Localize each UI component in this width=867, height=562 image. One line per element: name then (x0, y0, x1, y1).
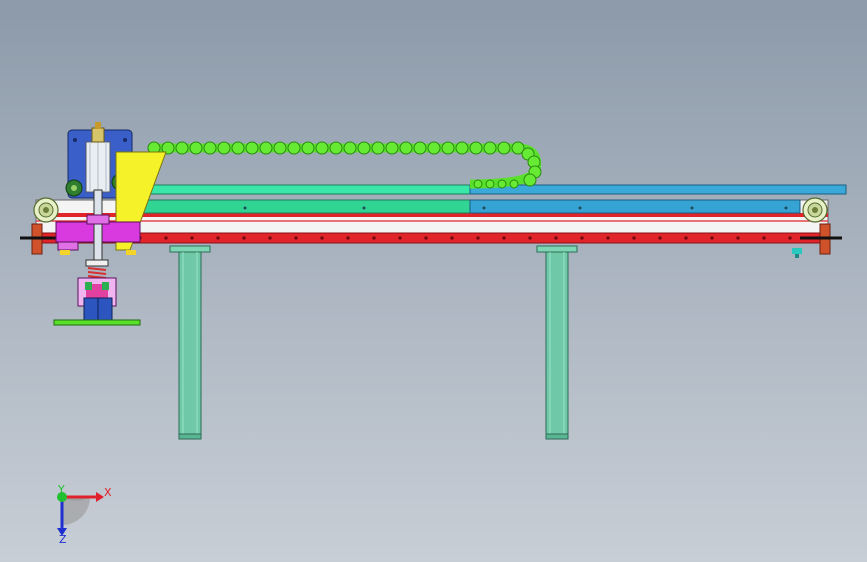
part-tray (53, 319, 141, 326)
drag-chain-link (469, 141, 483, 155)
cover-fastener (482, 206, 486, 210)
drag-chain (147, 141, 542, 189)
cover-blue-lower (469, 199, 801, 214)
y-axis-label: Y (57, 483, 65, 496)
cover-fastener (784, 206, 788, 210)
drag-chain-link (357, 141, 371, 155)
cover-green-upper (139, 184, 473, 195)
drag-chain-link (301, 141, 315, 155)
linear-rail (35, 232, 829, 244)
rail-hole (788, 236, 792, 240)
drag-chain-link (399, 141, 413, 155)
rail-hole (294, 236, 298, 240)
drag-chain-link (203, 141, 217, 155)
drag-chain-link (497, 179, 507, 189)
rail-hole (684, 236, 688, 240)
rail-hole (372, 236, 376, 240)
support-leg-right (536, 245, 578, 440)
drag-chain-link (473, 179, 483, 189)
rail-hole (580, 236, 584, 240)
main-beam (35, 184, 847, 244)
cad-viewport[interactable]: X Y Z (0, 0, 867, 562)
rail-hole (658, 236, 662, 240)
rail-hole (528, 236, 532, 240)
rail-hole (190, 236, 194, 240)
drag-chain-link (315, 141, 329, 155)
drag-chain-link (259, 141, 273, 155)
rail-hole (346, 236, 350, 240)
cover-green-lower (139, 199, 473, 214)
drag-chain-link (455, 141, 469, 155)
drag-chain-link (509, 179, 519, 189)
drag-chain-link (245, 141, 259, 155)
drag-chain-link (175, 141, 189, 155)
spring (87, 267, 107, 279)
rail-hole (398, 236, 402, 240)
drag-chain-link (217, 141, 231, 155)
axis-triad: X Y Z (57, 483, 112, 546)
support-leg-left (169, 245, 211, 440)
cover-fastener (578, 206, 582, 210)
drag-chain-link (497, 141, 511, 155)
drag-chain-link (343, 141, 357, 155)
cover-fastener (362, 206, 366, 210)
rail-hole (554, 236, 558, 240)
cover-blue-upper (469, 184, 847, 195)
drag-chain-link (287, 141, 301, 155)
rail-hole (424, 236, 428, 240)
drag-chain-link (189, 141, 203, 155)
rail-hole (450, 236, 454, 240)
rail-hole (502, 236, 506, 240)
x-axis-label: X (104, 486, 112, 499)
cover-fastener (243, 206, 247, 210)
rail-hole (476, 236, 480, 240)
cover-fastener (690, 206, 694, 210)
rail-hole (606, 236, 610, 240)
drag-chain-link (441, 141, 455, 155)
drag-chain-link (483, 141, 497, 155)
rail-hole (710, 236, 714, 240)
drag-chain-link (413, 141, 427, 155)
rail-hole (736, 236, 740, 240)
drag-chain-link (427, 141, 441, 155)
rail-hole (762, 236, 766, 240)
drag-chain-link (385, 141, 399, 155)
rail-hole (242, 236, 246, 240)
drag-chain-link (485, 179, 495, 189)
rail-hole (164, 236, 168, 240)
rail-hole (216, 236, 220, 240)
drag-chain-link (273, 141, 287, 155)
z-axis-label: Z (59, 533, 67, 546)
z-column (93, 189, 103, 261)
drag-chain-link (329, 141, 343, 155)
drag-chain-link (371, 141, 385, 155)
rail-hole (320, 236, 324, 240)
rail-hole (632, 236, 636, 240)
drag-chain-link (523, 173, 537, 187)
rail-hole (268, 236, 272, 240)
drag-chain-link (231, 141, 245, 155)
